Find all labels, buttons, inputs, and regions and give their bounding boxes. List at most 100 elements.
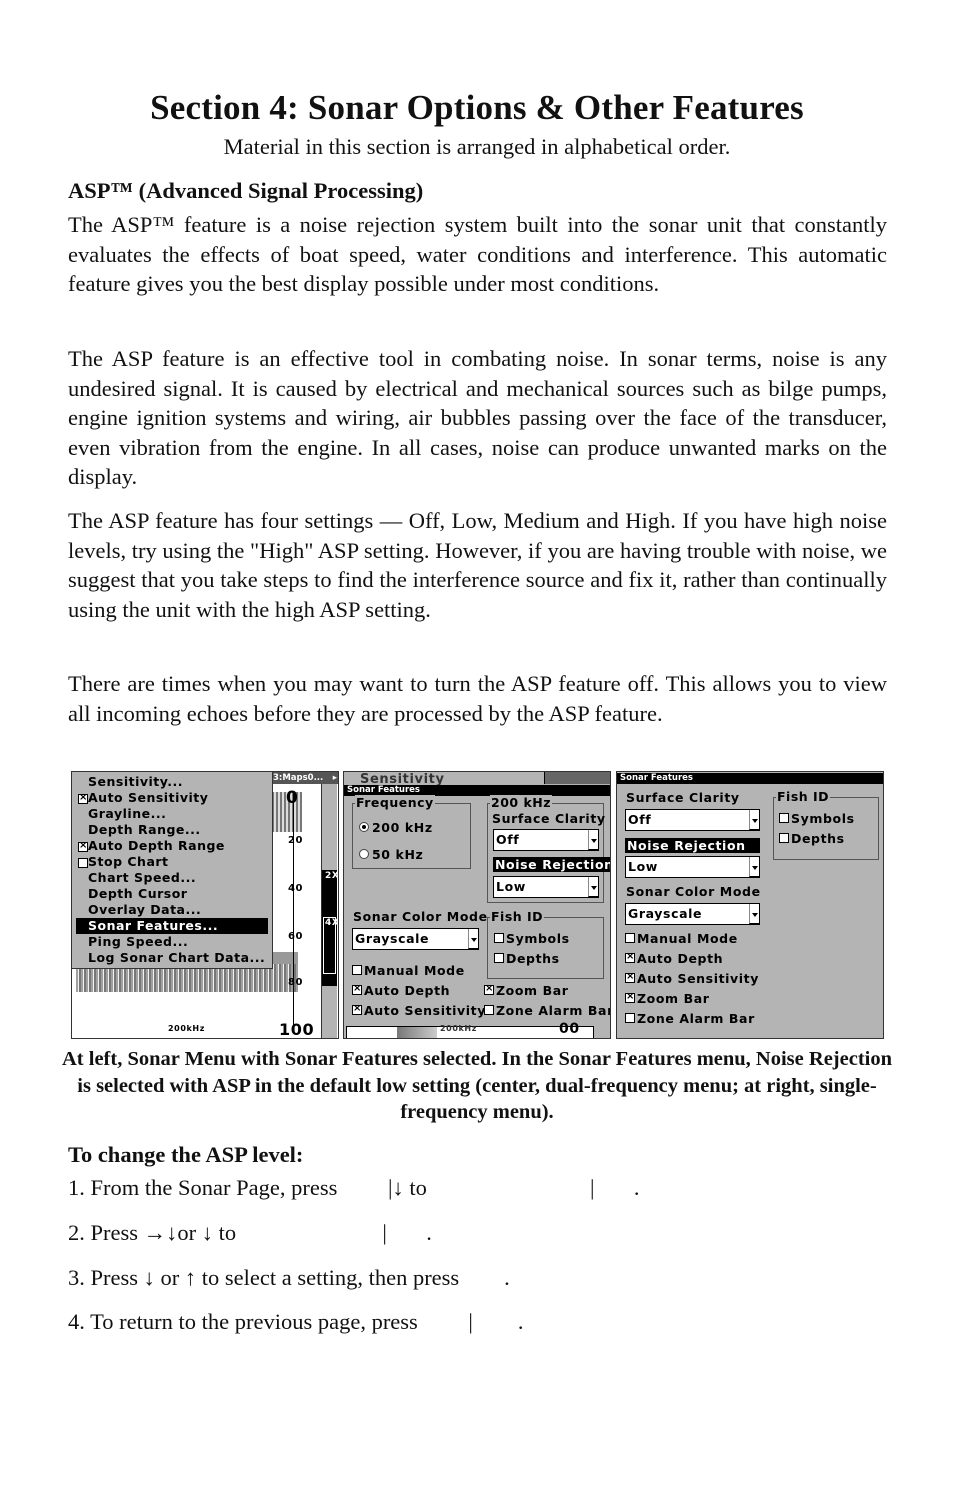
step-2: 2. Press →↓or ↓ to | . [68, 1220, 432, 1245]
menu-item-depth-cursor[interactable]: Depth Cursor [76, 886, 268, 902]
menu-item-auto-sensitivity[interactable]: Auto Sensitivity [76, 790, 268, 806]
zone-alarm-bar-option[interactable]: Zone Alarm Bar [625, 1011, 755, 1026]
behind-depth-label: 00 [559, 1021, 580, 1037]
manual-mode-checkbox[interactable] [625, 933, 635, 943]
menu-item-grayline[interactable]: Grayline... [76, 806, 268, 822]
zone-alarm-bar-option[interactable]: Zone Alarm Bar [484, 1003, 610, 1018]
page-tab-bar[interactable]: 3:Maps0... ▸ [271, 772, 338, 784]
khz-settings-group: 200 kHz Surface Clarity Off Noise Reject… [487, 795, 610, 903]
stop-chart-checkbox[interactable] [78, 858, 88, 868]
menu-item-chart-speed[interactable]: Chart Speed... [76, 870, 268, 886]
dropdown-arrow-icon [588, 830, 599, 850]
depths-checkbox[interactable] [779, 833, 789, 843]
asp-heading: ASP™ (Advanced Signal Processing) [68, 178, 424, 203]
frequency-group: Frequency 200 kHz 50 kHz [352, 795, 471, 869]
behind-echo [397, 1027, 437, 1038]
menu-item-ping-speed[interactable]: Ping Speed... [76, 934, 268, 950]
surface-clarity-label: Surface Clarity [492, 811, 606, 826]
dual-frequency-features-screenshot: Sensitivity Sonar Features Frequency 200… [343, 771, 611, 1039]
depth-label-40: 40 [288, 883, 304, 894]
noise-rejection-select[interactable]: Low [493, 876, 599, 898]
auto-sensitivity-checkbox[interactable] [625, 973, 635, 983]
symbols-checkbox[interactable] [494, 933, 504, 943]
zoom-bar[interactable]: 2X 4X [321, 772, 339, 1038]
color-mode-select[interactable]: Grayscale [352, 928, 479, 950]
fish-id-group: Fish ID Symbols Depths [487, 909, 604, 979]
radio-50khz[interactable] [359, 849, 369, 859]
behind-chart-strip: 200kHz 00 [346, 1021, 594, 1038]
auto-depth-checkbox[interactable] [352, 985, 362, 995]
auto-sensitivity-option[interactable]: Auto Sensitivity [352, 1003, 486, 1018]
auto-sensitivity-checkbox[interactable] [78, 794, 88, 804]
menu-item-log-sonar-chart-data[interactable]: Log Sonar Chart Data... [76, 950, 268, 966]
symbols-checkbox[interactable] [779, 813, 789, 823]
steps-heading: To change the ASP level: [68, 1142, 304, 1167]
fish-id-group-label: Fish ID [776, 789, 831, 804]
dropdown-arrow-icon [749, 810, 760, 830]
behind-freq-label: 200kHz [440, 1024, 477, 1033]
dropdown-arrow-icon [588, 877, 599, 897]
tab-arrow-icon: ▸ [332, 773, 337, 783]
noise-rejection-label: Noise Rejection [493, 857, 610, 872]
dropdown-arrow-icon [749, 904, 760, 924]
zone-alarm-bar-checkbox[interactable] [484, 1005, 494, 1015]
zoom-bar-checkbox[interactable] [484, 985, 494, 995]
auto-sensitivity-checkbox[interactable] [352, 1005, 362, 1015]
manual-mode-option[interactable]: Manual Mode [352, 963, 465, 978]
khz-group-label: 200 kHz [490, 795, 552, 810]
menu-item-sensitivity[interactable]: Sensitivity... [76, 774, 268, 790]
surface-clarity-select[interactable]: Off [493, 829, 599, 851]
freq-option-50[interactable]: 50 kHz [359, 847, 423, 862]
paragraph-turn-off: There are times when you may want to tur… [68, 671, 887, 726]
radio-200khz[interactable] [359, 822, 369, 832]
menu-item-stop-chart[interactable]: Stop Chart [76, 854, 268, 870]
menu-item-overlay-data[interactable]: Overlay Data... [76, 902, 268, 918]
behind-tab-bar [544, 772, 610, 784]
fish-id-depths[interactable]: Depths [494, 951, 560, 966]
depth-label-80: 80 [288, 977, 304, 988]
figure-caption: At left, Sonar Menu with Sonar Features … [62, 1048, 892, 1123]
color-mode-label: Sonar Color Mode [626, 884, 761, 899]
freq-option-200[interactable]: 200 kHz [359, 820, 433, 835]
zone-alarm-bar-checkbox[interactable] [625, 1013, 635, 1023]
auto-depth-option[interactable]: Auto Depth [625, 951, 723, 966]
zoom-bar-option[interactable]: Zoom Bar [625, 991, 710, 1006]
zoom-bar-option[interactable]: Zoom Bar [484, 983, 569, 998]
color-mode-label: Sonar Color Mode [353, 909, 488, 924]
fish-id-symbols[interactable]: Symbols [779, 811, 855, 826]
noise-rejection-select[interactable]: Low [625, 856, 760, 878]
auto-sensitivity-option[interactable]: Auto Sensitivity [625, 971, 759, 986]
menu-item-auto-depth-range[interactable]: Auto Depth Range [76, 838, 268, 854]
surface-clarity-select[interactable]: Off [625, 809, 760, 831]
fish-id-group-label: Fish ID [490, 909, 545, 924]
sonar-menu: Sensitivity... Auto Sensitivity Grayline… [72, 772, 273, 969]
chart-frequency-label: 200kHz [168, 1024, 205, 1033]
manual-mode-option[interactable]: Manual Mode [625, 931, 738, 946]
surface-clarity-label: Surface Clarity [626, 790, 740, 805]
depth-label-0: 0 [286, 788, 299, 808]
auto-depth-range-checkbox[interactable] [78, 842, 88, 852]
fish-id-depths[interactable]: Depths [779, 831, 845, 846]
auto-depth-checkbox[interactable] [625, 953, 635, 963]
auto-depth-option[interactable]: Auto Depth [352, 983, 450, 998]
depth-scale-line [293, 792, 294, 1032]
step-3: 3. Press ↓ or ↑ to select a setting, the… [68, 1265, 510, 1290]
depths-checkbox[interactable] [494, 953, 504, 963]
fish-id-symbols[interactable]: Symbols [494, 931, 570, 946]
zoom-4x-label: 4X [325, 918, 339, 928]
menu-item-sonar-features[interactable]: Sonar Features... [76, 918, 268, 934]
step-1: 1. From the Sonar Page, press |↓ to | . [68, 1175, 640, 1200]
manual-mode-checkbox[interactable] [352, 965, 362, 975]
page-tab-label: 3:Maps0... [273, 773, 324, 783]
sonar-menu-screenshot: 0 20 40 60 80 100 200kHz 2X 4X 3:Maps0..… [71, 771, 339, 1039]
dropdown-arrow-icon [749, 857, 760, 877]
noise-rejection-label: Noise Rejection [625, 838, 760, 853]
fish-id-group: Fish ID Symbols Depths [773, 789, 879, 860]
paragraph-noise: The ASP feature is an effective tool in … [68, 346, 887, 490]
paragraph-asp-intro: The ASP™ feature is a noise rejection sy… [68, 212, 887, 297]
zoom-bar-checkbox[interactable] [625, 993, 635, 1003]
color-mode-select[interactable]: Grayscale [625, 903, 760, 925]
paragraph-settings: The ASP feature has four settings — Off,… [68, 508, 887, 622]
depth-label-100: 100 [279, 1020, 315, 1039]
menu-item-depth-range[interactable]: Depth Range... [76, 822, 268, 838]
